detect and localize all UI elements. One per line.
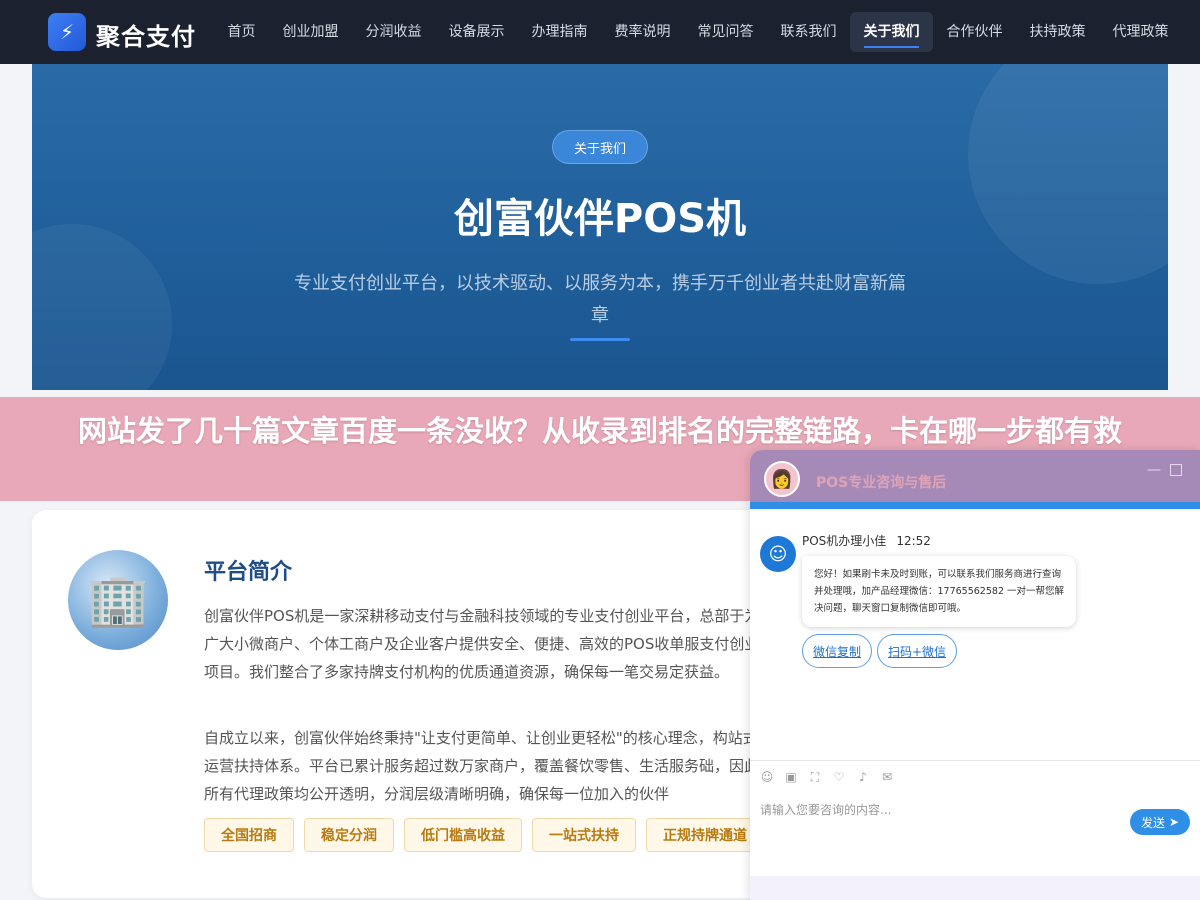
tag: 稳定分润 xyxy=(304,818,394,852)
banner-title[interactable]: 网站发了几十篇文章百度一条没收？从收录到排名的完整链路，卡在哪一步都有救 xyxy=(40,411,1160,451)
agent-meta: POS机办理小佳 12:52 xyxy=(802,532,931,549)
chat-footer xyxy=(750,876,1200,900)
nav-menu: 首页 创业加盟 分润收益 设备展示 办理指南 费率说明 常见问答 联系我们 关于… xyxy=(214,0,1182,64)
agent-name: POS机办理小佳 xyxy=(802,534,887,548)
message-time: 12:52 xyxy=(896,534,931,548)
agent-avatar-icon: 👩 xyxy=(764,461,800,497)
nav-item-contact[interactable]: 联系我们 xyxy=(767,12,850,52)
chat-input[interactable] xyxy=(760,800,1120,820)
tag-list: 全国招商 稳定分润 低门槛高收益 一站式扶持 正规持牌通道 xyxy=(204,818,764,852)
decor-circle xyxy=(968,64,1168,284)
chat-title: POS专业咨询与售后 xyxy=(816,475,947,491)
hero-subtitle: 专业支付创业平台，以技术驱动、以服务为本，携手万千创业者共赴财富新篇章 xyxy=(294,273,906,326)
nav-item-rates[interactable]: 费率说明 xyxy=(601,12,684,52)
copy-wechat-button[interactable]: 微信复制 xyxy=(802,634,872,668)
evaluate-icon[interactable]: ♡ xyxy=(832,770,846,784)
nav-item-profit[interactable]: 分润收益 xyxy=(352,12,435,52)
hero-section: 关于我们 创富伙伴POS机 专业支付创业平台，以技术驱动、以服务为本，携手万千创… xyxy=(32,64,1168,390)
minimize-icon[interactable]: — xyxy=(1146,462,1162,478)
wechat-icon[interactable]: ✉ xyxy=(880,770,894,784)
nav-item-about[interactable]: 关于我们 xyxy=(850,12,933,52)
nav-item-support[interactable]: 扶持政策 xyxy=(1016,12,1099,52)
send-button[interactable]: 发送 ➤ xyxy=(1130,809,1190,835)
emoji-icon[interactable]: ☺ xyxy=(760,770,774,784)
intro-paragraph-1: 创富伙伴POS机是一家深耕移动支付与金融科技领域的专业支付创业平台，总部于为广大… xyxy=(204,607,760,681)
tag: 正规持牌通道 xyxy=(646,818,764,852)
hero-underline xyxy=(570,338,630,341)
agent-avatar: ☺ xyxy=(760,536,796,572)
nav-item-franchise[interactable]: 创业加盟 xyxy=(269,12,352,52)
tag: 低门槛高收益 xyxy=(404,818,522,852)
nav-item-guide[interactable]: 办理指南 xyxy=(518,12,601,52)
lightning-icon: ⚡ xyxy=(59,20,75,44)
nav-item-devices[interactable]: 设备展示 xyxy=(435,12,518,52)
scan-wechat-button[interactable]: 扫码+微信 xyxy=(877,634,957,668)
building-icon: 🏢 xyxy=(68,550,168,650)
screenshot-icon[interactable]: ⛶ xyxy=(808,770,822,784)
decor-circle xyxy=(32,224,172,390)
logo-text[interactable]: 聚合支付 xyxy=(96,17,196,52)
chat-toolbar: ☺ ▣ ⛶ ♡ ♪ ✉ xyxy=(760,770,894,785)
top-nav: ⚡ 聚合支付 首页 创业加盟 分润收益 设备展示 办理指南 费率说明 常见问答 … xyxy=(0,0,1200,64)
nav-item-faq[interactable]: 常见问答 xyxy=(684,12,767,52)
send-icon: ➤ xyxy=(1168,815,1180,829)
chat-divider xyxy=(750,760,1200,761)
sound-icon[interactable]: ♪ xyxy=(856,770,870,784)
chat-header: 👩 POS专业咨询与售后 — xyxy=(750,450,1200,502)
nav-item-partners[interactable]: 合作伙伴 xyxy=(933,12,1016,52)
intro-paragraph-2: 自成立以来，创富伙伴始终秉持"让支付更简单、让创业更轻松"的核心理念，构站式运营… xyxy=(204,729,760,803)
logo-icon[interactable]: ⚡ xyxy=(48,13,86,51)
hero-title: 创富伙伴POS机 xyxy=(453,196,747,242)
image-icon[interactable]: ▣ xyxy=(784,770,798,784)
hero-badge: 关于我们 xyxy=(552,130,648,164)
intro-title: 平台简介 xyxy=(204,560,293,585)
nav-item-home[interactable]: 首页 xyxy=(214,12,269,52)
chat-message: 您好！如果刷卡未及时到账，可以联系我们服务商进行查询并处理哦，加产品经理微信：1… xyxy=(802,556,1076,627)
nav-item-agent-policy[interactable]: 代理政策 xyxy=(1099,12,1182,52)
maximize-icon[interactable] xyxy=(1170,464,1182,476)
chat-widget: 👩 POS专业咨询与售后 — ☺ POS机办理小佳 12:52 您好！如果刷卡未及… xyxy=(750,450,1200,900)
chat-header-accent xyxy=(750,502,1200,509)
send-label: 发送 xyxy=(1140,815,1165,830)
tag: 一站式扶持 xyxy=(532,818,636,852)
tag: 全国招商 xyxy=(204,818,294,852)
